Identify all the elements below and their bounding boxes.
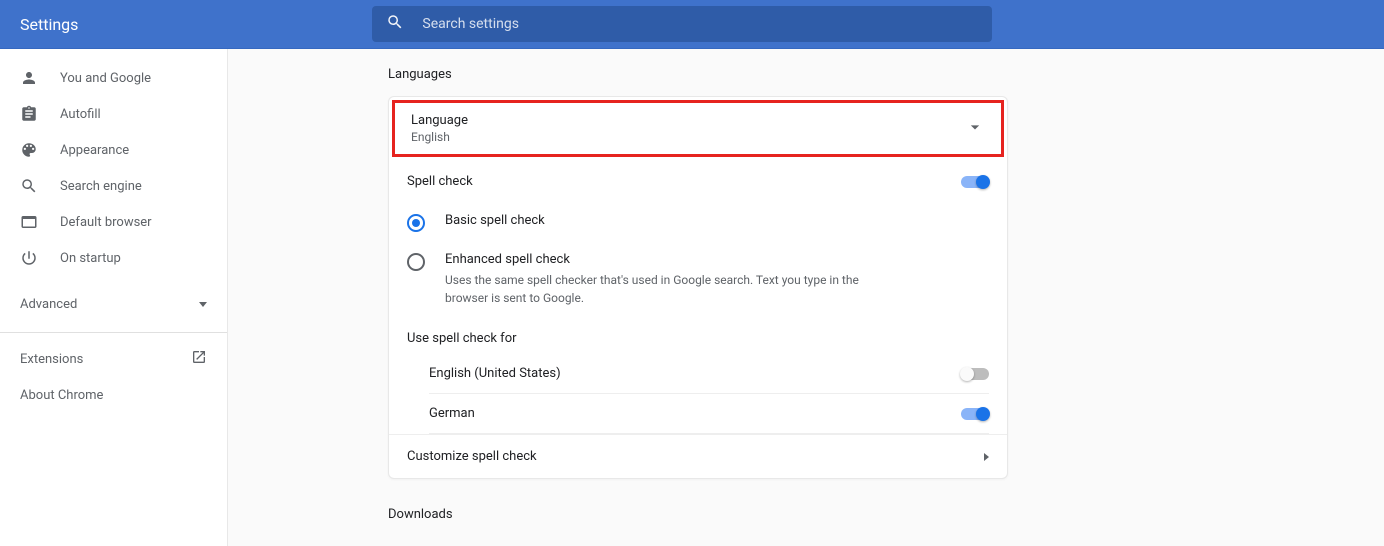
person-icon — [20, 69, 60, 87]
spellcheck-lang-toggle[interactable] — [961, 368, 989, 380]
sidebar-item-label: You and Google — [60, 71, 151, 86]
sidebar-item-label: Search engine — [60, 179, 142, 194]
sidebar: You and Google Autofill Appearance Searc… — [0, 49, 228, 546]
enhanced-spellcheck-label: Enhanced spell check — [445, 252, 865, 267]
power-icon — [20, 249, 60, 267]
search-icon — [20, 177, 60, 195]
radio-unselected-icon[interactable] — [407, 253, 425, 271]
app-header: Settings — [0, 0, 1384, 49]
spellcheck-label: Spell check — [407, 174, 473, 189]
sidebar-about-chrome[interactable]: About Chrome — [0, 377, 227, 413]
enhanced-spellcheck-desc: Uses the same spell checker that's used … — [445, 271, 865, 307]
spellcheck-lang-row: German — [429, 394, 989, 434]
clipboard-icon — [20, 105, 60, 123]
main-content: Languages Language English Spell check B… — [228, 49, 1384, 546]
sidebar-item-you-and-google[interactable]: You and Google — [0, 60, 227, 96]
basic-spellcheck-row[interactable]: Basic spell check — [389, 203, 1007, 242]
customize-spellcheck-label: Customize spell check — [407, 449, 537, 464]
palette-icon — [20, 141, 60, 159]
customize-spellcheck-row[interactable]: Customize spell check — [389, 434, 1007, 478]
sidebar-advanced[interactable]: Advanced — [0, 284, 227, 324]
sidebar-advanced-label: Advanced — [20, 297, 77, 312]
divider — [0, 332, 227, 333]
sidebar-extensions-label: Extensions — [20, 352, 83, 367]
spellcheck-lang-label: English (United States) — [429, 366, 561, 381]
sidebar-item-label: Autofill — [60, 107, 101, 122]
language-value: English — [411, 130, 468, 144]
use-spellcheck-for-label: Use spell check for — [389, 317, 1007, 354]
section-title-languages: Languages — [388, 67, 1384, 82]
arrow-right-icon — [984, 453, 989, 461]
radio-selected-icon[interactable] — [407, 214, 425, 232]
sidebar-item-appearance[interactable]: Appearance — [0, 132, 227, 168]
section-title-downloads: Downloads — [388, 507, 1384, 522]
search-input[interactable] — [422, 16, 978, 32]
language-label: Language — [411, 113, 468, 128]
sidebar-item-label: Default browser — [60, 215, 152, 230]
spellcheck-lang-toggle[interactable] — [961, 408, 989, 420]
search-bar[interactable] — [372, 6, 992, 42]
sidebar-extensions[interactable]: Extensions — [0, 341, 227, 377]
sidebar-item-label: Appearance — [60, 143, 129, 158]
search-icon — [386, 13, 404, 35]
spellcheck-lang-row: English (United States) — [429, 354, 989, 394]
spellcheck-row: Spell check — [389, 160, 1007, 203]
enhanced-spellcheck-row[interactable]: Enhanced spell check Uses the same spell… — [389, 242, 1007, 317]
languages-card: Language English Spell check Basic spell… — [388, 96, 1008, 479]
spellcheck-lang-label: German — [429, 406, 475, 421]
sidebar-item-label: On startup — [60, 251, 121, 266]
sidebar-item-on-startup[interactable]: On startup — [0, 240, 227, 276]
chevron-down-icon — [199, 302, 207, 307]
sidebar-about-label: About Chrome — [20, 388, 103, 403]
page-title: Settings — [20, 15, 78, 34]
sidebar-item-default-browser[interactable]: Default browser — [0, 204, 227, 240]
sidebar-item-autofill[interactable]: Autofill — [0, 96, 227, 132]
spellcheck-toggle[interactable] — [961, 176, 989, 188]
browser-icon — [20, 213, 60, 231]
open-in-new-icon — [191, 349, 207, 369]
basic-spellcheck-label: Basic spell check — [445, 213, 545, 228]
language-row[interactable]: Language English — [392, 100, 1004, 157]
sidebar-item-search-engine[interactable]: Search engine — [0, 168, 227, 204]
chevron-down-icon — [965, 117, 985, 141]
